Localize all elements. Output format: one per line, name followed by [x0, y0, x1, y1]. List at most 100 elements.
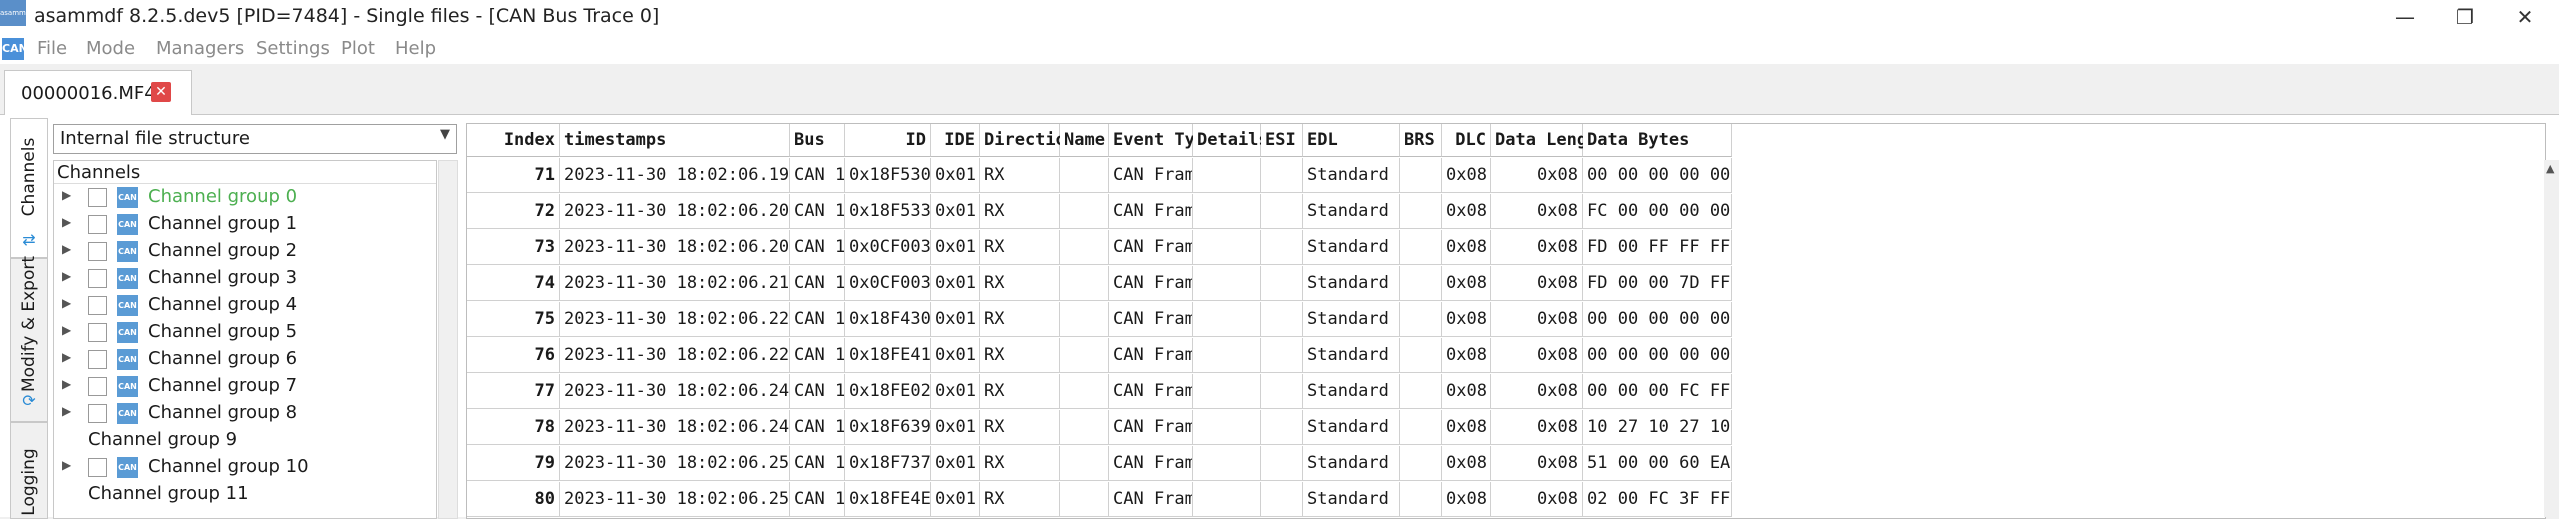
table-cell[interactable]	[1193, 266, 1261, 301]
table-cell[interactable]: 2023-11-30 18:02:06.194500+01:00	[560, 158, 790, 193]
table-cell[interactable]	[1060, 158, 1109, 193]
expand-arrow-icon[interactable]: ▶	[62, 377, 71, 391]
column-header[interactable]: ID	[845, 124, 931, 157]
table-cell[interactable]: 2023-11-30 18:02:06.213350+01:00	[560, 266, 790, 301]
table-cell[interactable]: CAN Frame	[1109, 374, 1193, 409]
column-header[interactable]: timestamps	[560, 124, 790, 157]
table-cell[interactable]: CAN 1	[790, 194, 845, 229]
table-cell[interactable]	[1400, 374, 1442, 409]
table-cell[interactable]: Standard CAN	[1303, 410, 1400, 445]
table-cell[interactable]: RX	[980, 230, 1060, 265]
table-cell[interactable]: 00 00 00 FC FF FF FF 82	[1583, 374, 1732, 409]
table-cell[interactable]: 2023-11-30 18:02:06.226450+01:00	[560, 338, 790, 373]
table-cell[interactable]: 0x01	[931, 446, 980, 481]
table-cell[interactable]: Standard CAN	[1303, 338, 1400, 373]
table-cell[interactable]: CAN Frame	[1109, 266, 1193, 301]
column-header[interactable]: Event Type	[1109, 124, 1215, 157]
table-cell[interactable]: CAN Frame	[1109, 230, 1193, 265]
table-cell[interactable]: 0x01	[931, 194, 980, 229]
menu-settings[interactable]: Settings	[256, 38, 330, 59]
tree-item[interactable]: ▶ CAN Channel group 2	[54, 238, 436, 265]
table-cell[interactable]	[1060, 194, 1109, 229]
column-header[interactable]: Name	[1060, 124, 1109, 157]
row-index-cell[interactable]: 77	[467, 374, 560, 409]
table-cell[interactable]: 0x08	[1491, 302, 1583, 337]
row-index-cell[interactable]: 78	[467, 410, 560, 445]
column-header[interactable]: Details	[1193, 124, 1269, 157]
table-cell[interactable]: 0x08	[1442, 338, 1491, 373]
table-cell[interactable]: 0x18F530F4	[845, 158, 931, 193]
tree-scrollbar[interactable]	[438, 160, 458, 519]
table-cell[interactable]: 0x01	[931, 410, 980, 445]
menu-file[interactable]: File	[37, 38, 67, 59]
table-cell[interactable]: 2023-11-30 18:02:06.245050+01:00	[560, 374, 790, 409]
table-cell[interactable]: 0x18F533F4	[845, 194, 931, 229]
table-cell[interactable]: 0x08	[1442, 230, 1491, 265]
table-cell[interactable]	[1261, 374, 1303, 409]
table-cell[interactable]	[1193, 230, 1261, 265]
column-header[interactable]: Direction	[980, 124, 1076, 157]
table-cell[interactable]: 51 00 00 60 EA 10 27 FF	[1583, 446, 1732, 481]
table-cell[interactable]: 00 00 00 00 00 00 00 7E	[1583, 158, 1732, 193]
expand-arrow-icon[interactable]: ▶	[62, 242, 71, 256]
column-header[interactable]: Data Bytes	[1583, 124, 1732, 157]
column-header[interactable]: Data Length	[1491, 124, 1608, 157]
row-index-cell[interactable]: 73	[467, 230, 560, 265]
table-cell[interactable]: 0x08	[1491, 194, 1583, 229]
table-cell[interactable]: Standard CAN	[1303, 266, 1400, 301]
tree-item[interactable]: ▶ CAN Channel group 6	[54, 346, 436, 373]
table-cell[interactable]: CAN 1	[790, 482, 845, 517]
table-cell[interactable]: CAN 1	[790, 230, 845, 265]
table-cell[interactable]	[1400, 158, 1442, 193]
table-cell[interactable]	[1060, 302, 1109, 337]
row-index-cell[interactable]: 75	[467, 302, 560, 337]
table-cell[interactable]: 0x01	[931, 158, 980, 193]
table-cell[interactable]: CAN Frame	[1109, 158, 1193, 193]
table-cell[interactable]	[1060, 482, 1109, 517]
table-cell[interactable]	[1400, 410, 1442, 445]
table-cell[interactable]: 2023-11-30 18:02:06.245550+01:00	[560, 410, 790, 445]
expand-arrow-icon[interactable]: ▶	[62, 458, 71, 472]
table-cell[interactable]: 0x18F430F4	[845, 302, 931, 337]
table-cell[interactable]: 0x01	[931, 374, 980, 409]
table-cell[interactable]	[1261, 194, 1303, 229]
table-cell[interactable]	[1261, 410, 1303, 445]
group-checkbox[interactable]	[88, 296, 107, 315]
row-index-cell[interactable]: 76	[467, 338, 560, 373]
expand-arrow-icon[interactable]: ▶	[62, 404, 71, 418]
table-cell[interactable]: 0x01	[931, 302, 980, 337]
table-cell[interactable]: RX	[980, 302, 1060, 337]
table-scrollbar[interactable]: ▲	[2544, 160, 2559, 517]
tree-item[interactable]: ▶ CAN Channel group 7	[54, 373, 436, 400]
table-cell[interactable]	[1060, 230, 1109, 265]
table-cell[interactable]: 0x08	[1442, 194, 1491, 229]
expand-arrow-icon[interactable]: ▶	[62, 296, 71, 310]
table-cell[interactable]	[1261, 158, 1303, 193]
table-cell[interactable]	[1400, 482, 1442, 517]
table-cell[interactable]: 0x08	[1442, 158, 1491, 193]
table-cell[interactable]: 2023-11-30 18:02:06.209100+01:00	[560, 230, 790, 265]
expand-arrow-icon[interactable]: ▶	[62, 215, 71, 229]
close-icon[interactable]: ✕	[151, 82, 171, 102]
table-cell[interactable]: 0x08	[1491, 482, 1583, 517]
table-cell[interactable]: FC 00 00 00 00 00 F0 93	[1583, 194, 1732, 229]
table-cell[interactable]: 0x08	[1442, 446, 1491, 481]
table-cell[interactable]	[1400, 266, 1442, 301]
table-cell[interactable]: Standard CAN	[1303, 158, 1400, 193]
table-cell[interactable]	[1193, 446, 1261, 481]
tree-item[interactable]: ▶ CAN Channel group 0	[54, 184, 436, 211]
table-cell[interactable]: CAN 1	[790, 158, 845, 193]
table-cell[interactable]: 0x0CF00321	[845, 266, 931, 301]
table-cell[interactable]: CAN Frame	[1109, 194, 1193, 229]
tree-item[interactable]: ▶ CAN Channel group 4	[54, 292, 436, 319]
menu-help[interactable]: Help	[395, 38, 436, 59]
row-index-cell[interactable]: 71	[467, 158, 560, 193]
tree-item[interactable]: ▶ CAN Channel group 3	[54, 265, 436, 292]
group-checkbox[interactable]	[88, 188, 107, 207]
table-cell[interactable]: 0x08	[1491, 158, 1583, 193]
table-cell[interactable]	[1193, 302, 1261, 337]
tab-modify-export[interactable]: Modify & Export ⟳	[10, 256, 48, 422]
table-cell[interactable]: RX	[980, 410, 1060, 445]
table-cell[interactable]: 0x18F737F4	[845, 446, 931, 481]
group-checkbox[interactable]	[88, 458, 107, 477]
